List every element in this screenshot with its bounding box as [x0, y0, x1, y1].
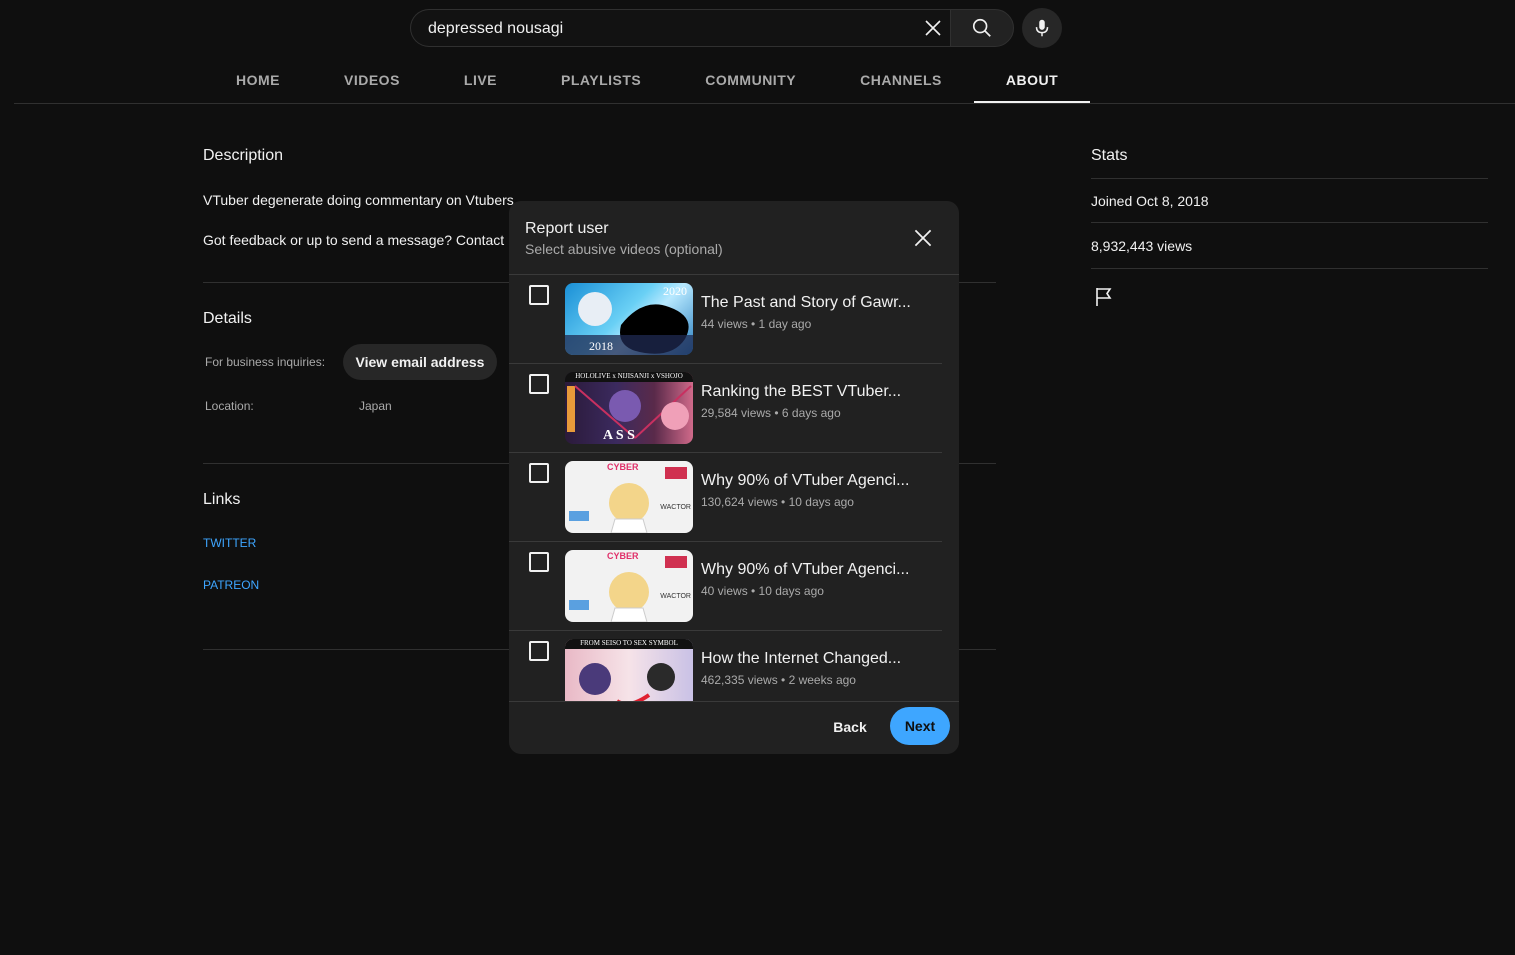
video-row[interactable]: CYBER WACTOR Why 90% of VTuber Agenci...… [509, 542, 942, 631]
video-title: Why 90% of VTuber Agenci... [701, 561, 910, 578]
video-list[interactable]: 2020 2018 The Past and Story of Gawr... … [509, 275, 959, 701]
channel-search-button[interactable] [1090, 61, 1154, 101]
clear-search-icon[interactable] [921, 16, 945, 40]
description-line: Got feedback or up to send a message? Co… [203, 232, 513, 248]
video-thumbnail: CYBER WACTOR [565, 550, 693, 622]
report-user-dialog: Report user Select abusive videos (optio… [509, 201, 959, 754]
thumbnail-caption: 2018 [589, 339, 613, 353]
video-checkbox[interactable] [529, 463, 549, 483]
video-meta: 29,584 views • 6 days ago [701, 406, 841, 420]
joined-date: Joined Oct 8, 2018 [1091, 193, 1209, 209]
thumbnail-caption: WACTOR [660, 504, 691, 511]
thumbnail-caption: CYBER [607, 551, 639, 561]
video-meta: 44 views • 1 day ago [701, 317, 812, 331]
video-thumbnail: FROM SEISO TO SEX SYMBOL [565, 639, 693, 701]
back-button[interactable]: Back [824, 715, 876, 739]
channel-tabs: HOME VIDEOS LIVE PLAYLISTS COMMUNITY CHA… [204, 61, 1154, 104]
stats-divider [1091, 222, 1488, 223]
description-heading: Description [203, 147, 284, 164]
links-heading: Links [203, 491, 241, 508]
video-title: The Past and Story of Gawr... [701, 294, 911, 311]
video-checkbox[interactable] [529, 285, 549, 305]
video-row[interactable]: CYBER WACTOR Why 90% of VTuber Agenci...… [509, 453, 942, 542]
tab-home[interactable]: HOME [204, 61, 312, 103]
video-title: Why 90% of VTuber Agenci... [701, 472, 910, 489]
video-thumbnail: CYBER WACTOR [565, 461, 693, 533]
dialog-subtitle: Select abusive videos (optional) [525, 241, 723, 257]
video-meta: 130,624 views • 10 days ago [701, 495, 854, 509]
dialog-divider [509, 701, 959, 702]
search-box [410, 9, 951, 48]
search-icon [972, 18, 991, 37]
thumbnail-caption: CYBER [607, 462, 639, 472]
thumbnail-caption: WACTOR [660, 593, 691, 600]
video-row[interactable]: HOLOLIVE x NIJISANJI x VSHOJO A S S Rank… [509, 364, 942, 453]
video-row[interactable]: 2020 2018 The Past and Story of Gawr... … [509, 275, 942, 364]
video-row[interactable]: FROM SEISO TO SEX SYMBOL How the Interne… [509, 631, 942, 701]
thumbnail-caption: FROM SEISO TO SEX SYMBOL [580, 639, 678, 647]
video-thumbnail: HOLOLIVE x NIJISANJI x VSHOJO A S S [565, 372, 693, 444]
stats-divider [1091, 268, 1488, 269]
video-checkbox[interactable] [529, 552, 549, 572]
view-count: 8,932,443 views [1091, 238, 1193, 254]
location-value: Japan [359, 399, 392, 413]
video-meta: 462,335 views • 2 weeks ago [701, 673, 856, 687]
tab-channels[interactable]: CHANNELS [828, 61, 974, 103]
twitter-link[interactable]: TWITTER [203, 536, 256, 550]
search-button[interactable] [950, 9, 1014, 47]
video-title: Ranking the BEST VTuber... [701, 383, 902, 400]
tab-playlists[interactable]: PLAYLISTS [529, 61, 673, 103]
report-flag-icon[interactable] [1094, 286, 1114, 308]
voice-search-button[interactable] [1022, 8, 1062, 48]
stats-divider [1091, 178, 1488, 179]
thumbnail-caption: HOLOLIVE x NIJISANJI x VSHOJO [575, 372, 683, 380]
view-email-button[interactable]: View email address [343, 344, 497, 380]
close-icon[interactable] [910, 225, 936, 251]
stats-heading: Stats [1091, 147, 1128, 164]
patreon-link[interactable]: PATREON [203, 578, 259, 592]
video-checkbox[interactable] [529, 374, 549, 394]
location-label: Location: [205, 399, 254, 413]
tabs-divider [14, 103, 1515, 104]
thumbnail-caption: 2020 [663, 284, 687, 298]
dialog-title: Report user [525, 220, 609, 237]
tab-community[interactable]: COMMUNITY [673, 61, 828, 103]
next-button[interactable]: Next [890, 707, 950, 745]
video-checkbox[interactable] [529, 641, 549, 661]
business-inquiries-label: For business inquiries: [205, 355, 326, 369]
microphone-icon [1035, 19, 1049, 37]
tab-videos[interactable]: VIDEOS [312, 61, 432, 103]
tab-about[interactable]: ABOUT [973, 61, 1091, 104]
search-input[interactable] [426, 10, 910, 48]
video-thumbnail: 2020 2018 [565, 283, 693, 355]
tab-live[interactable]: LIVE [432, 61, 529, 103]
video-meta: 40 views • 10 days ago [701, 584, 824, 598]
video-title: How the Internet Changed... [701, 650, 902, 667]
thumbnail-caption: A S S [603, 428, 635, 443]
details-heading: Details [203, 310, 252, 327]
description-line: VTuber degenerate doing commentary on Vt… [203, 192, 514, 208]
